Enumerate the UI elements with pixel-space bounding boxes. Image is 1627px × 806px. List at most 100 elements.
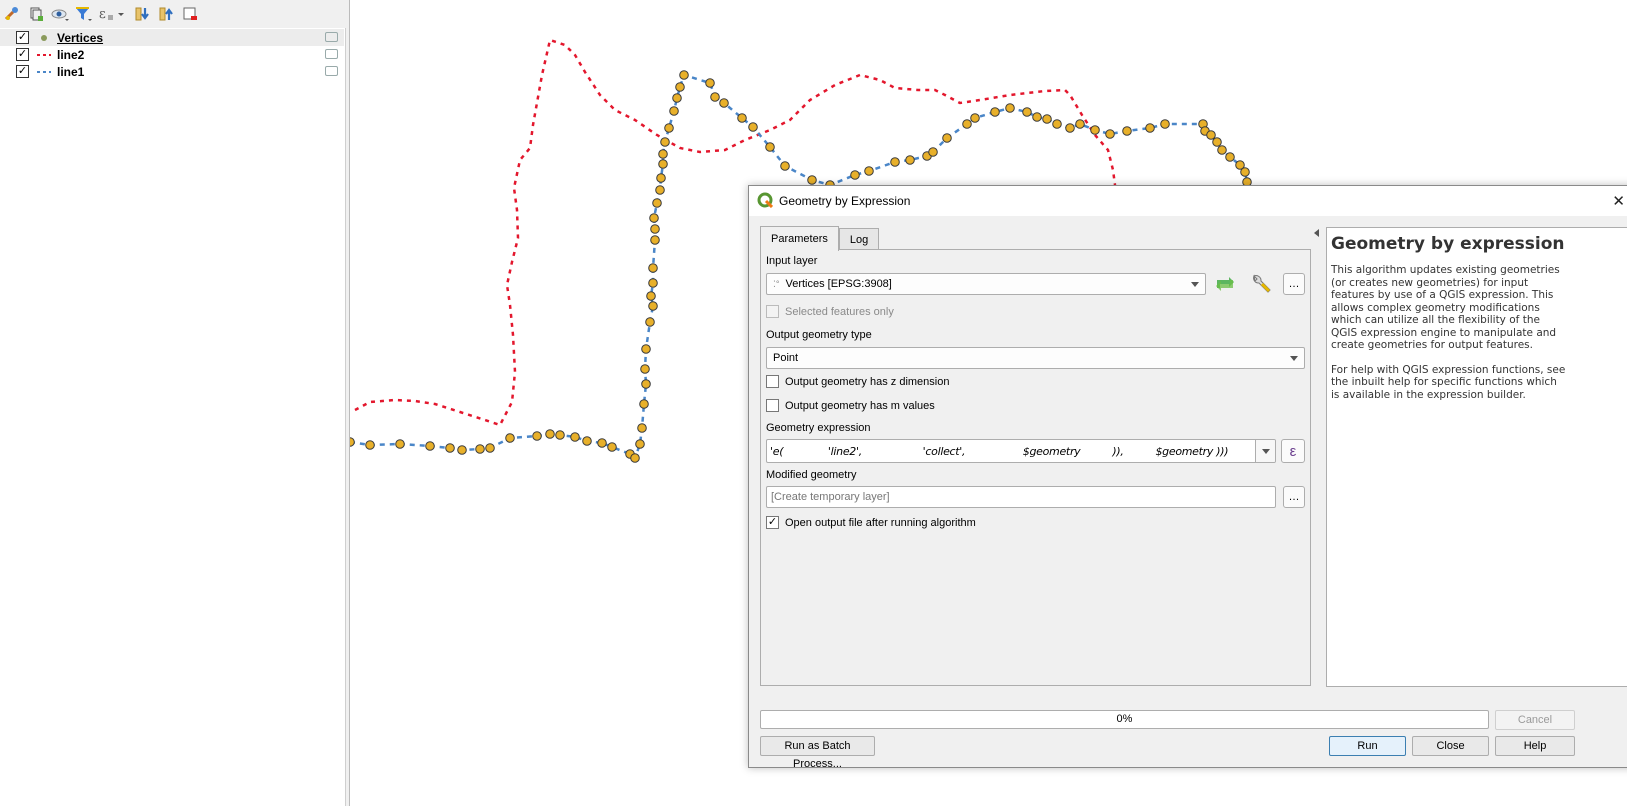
close-button[interactable]: Close — [1412, 736, 1489, 756]
vertex-point — [648, 263, 658, 273]
layer-visibility-checkbox[interactable]: ✓ — [16, 48, 29, 61]
run-as-batch-button[interactable]: Run as Batch Process... — [760, 736, 875, 770]
vertex-point — [1065, 123, 1075, 133]
vertex-point — [864, 166, 874, 176]
embedded-widget-icon[interactable] — [325, 32, 338, 42]
filter-by-expression-icon[interactable]: ε — [98, 4, 128, 24]
tab-parameters[interactable]: Parameters — [760, 226, 839, 251]
vertex-point — [1217, 145, 1227, 155]
vertex-point — [1032, 112, 1042, 122]
qgis-logo-icon — [757, 192, 774, 211]
dashed-line-symbol-icon — [33, 52, 55, 58]
vertex-point — [395, 439, 405, 449]
vertex-point — [649, 213, 659, 223]
layer-name: line1 — [57, 64, 85, 79]
input-layer-combo[interactable]: ⁚° Vertices [EPSG:3908] — [766, 273, 1206, 295]
remove-layer-icon[interactable] — [180, 4, 200, 24]
expression-builder-button[interactable]: ε — [1281, 439, 1305, 463]
add-group-icon[interactable] — [26, 4, 46, 24]
embedded-widget-icon[interactable] — [325, 49, 338, 59]
vertex-point — [850, 170, 860, 180]
vertex-point — [639, 399, 649, 409]
layer-item-line1[interactable]: ✓ line1 — [0, 63, 344, 80]
advanced-options-wrench-icon[interactable] — [1249, 272, 1273, 299]
dialog-title: Geometry by Expression — [779, 194, 911, 208]
vertex-point — [1212, 137, 1222, 147]
select-value: Point — [773, 352, 799, 364]
iterate-toggle-icon[interactable] — [1213, 274, 1237, 297]
vertex-point — [635, 439, 645, 449]
layer-name: line2 — [57, 47, 85, 62]
vertex-point — [705, 78, 715, 88]
input-layer-more-button[interactable]: … — [1283, 273, 1305, 295]
checkbox-box — [766, 375, 779, 388]
help-pane: Geometry by expression This algorithm up… — [1326, 227, 1627, 687]
embedded-widget-icon[interactable] — [325, 66, 338, 76]
vertex-point — [1122, 126, 1132, 136]
vertex-point — [1090, 125, 1100, 135]
vertex-point — [1022, 107, 1032, 117]
open-output-checkbox[interactable]: ✓ Open output file after running algorit… — [766, 516, 976, 529]
help-paragraph: This algorithm updates existing geometri… — [1331, 264, 1560, 351]
has-m-checkbox[interactable]: Output geometry has m values — [766, 399, 935, 412]
vertex-point — [645, 317, 655, 327]
modified-geometry-output-input[interactable]: [Create temporary layer] — [766, 486, 1276, 508]
vertex-point — [597, 438, 607, 448]
dialog-titlebar[interactable]: Geometry by Expression ✕ — [749, 186, 1627, 216]
has-z-checkbox[interactable]: Output geometry has z dimension — [766, 375, 949, 388]
expression-text: 'e( 'line2', 'collect', $geometry )), $g… — [770, 445, 1229, 458]
vertex-point — [669, 106, 679, 116]
output-more-button[interactable]: … — [1283, 486, 1305, 508]
dashed-line-symbol-icon — [33, 69, 55, 75]
vertex-point — [942, 133, 952, 143]
vertex-point — [505, 433, 515, 443]
vertex-point — [765, 142, 775, 152]
collapse-all-icon[interactable] — [156, 4, 176, 24]
vertex-point — [905, 155, 915, 165]
svg-text:ε: ε — [99, 7, 106, 22]
output-geometry-type-select[interactable]: Point — [766, 347, 1305, 369]
chevron-down-icon — [1191, 282, 1199, 287]
vertex-point — [582, 436, 592, 446]
vertex-point — [457, 445, 467, 455]
vertex-point — [650, 235, 660, 245]
manage-map-themes-icon[interactable] — [50, 4, 70, 24]
filter-legend-icon[interactable] — [74, 4, 94, 24]
vertex-point — [1160, 119, 1170, 129]
checkbox-box — [766, 399, 779, 412]
layer-visibility-checkbox[interactable]: ✓ — [16, 65, 29, 78]
geometry-expression-input[interactable]: 'e( 'line2', 'collect', $geometry )), $g… — [766, 439, 1276, 463]
layer-visibility-checkbox[interactable]: ✓ — [16, 31, 29, 44]
input-layer-label: Input layer — [766, 255, 818, 267]
expression-history-dropdown[interactable] — [1255, 440, 1275, 462]
style-manager-icon[interactable] — [2, 4, 22, 24]
help-button[interactable]: Help — [1495, 736, 1575, 756]
vertex-point — [656, 173, 666, 183]
checkbox-label: Selected features only — [785, 305, 894, 318]
vertex-point — [660, 137, 670, 147]
selected-features-only-checkbox[interactable]: Selected features only — [766, 305, 894, 318]
collapse-help-arrow-icon[interactable] — [1314, 229, 1319, 237]
expand-all-icon[interactable] — [132, 4, 152, 24]
vertex-point — [1206, 130, 1216, 140]
vertex-point — [737, 113, 747, 123]
help-paragraph: For help with QGIS expression functions,… — [1331, 363, 1566, 401]
cancel-button[interactable]: Cancel — [1495, 710, 1575, 730]
help-title: Geometry by expression — [1331, 234, 1565, 254]
close-icon[interactable]: ✕ — [1612, 192, 1625, 210]
checkbox-label: Open output file after running algorithm — [785, 516, 976, 529]
vertex-point — [990, 107, 1000, 117]
vertex-point — [970, 113, 980, 123]
vertex-point — [679, 70, 689, 80]
vertex-point — [748, 122, 758, 132]
vertex-point — [648, 301, 658, 311]
vertex-point — [672, 93, 682, 103]
layer-item-line2[interactable]: ✓ line2 — [0, 46, 344, 63]
layer-item-vertices[interactable]: ✓ Vertices — [0, 29, 344, 46]
output-geometry-type-label: Output geometry type — [766, 329, 872, 341]
vertex-point — [475, 444, 485, 454]
input-layer-value: Vertices [EPSG:3908] — [785, 278, 892, 290]
run-button[interactable]: Run — [1329, 736, 1406, 756]
vertex-point — [1145, 123, 1155, 133]
checkbox-box: ✓ — [766, 516, 779, 529]
